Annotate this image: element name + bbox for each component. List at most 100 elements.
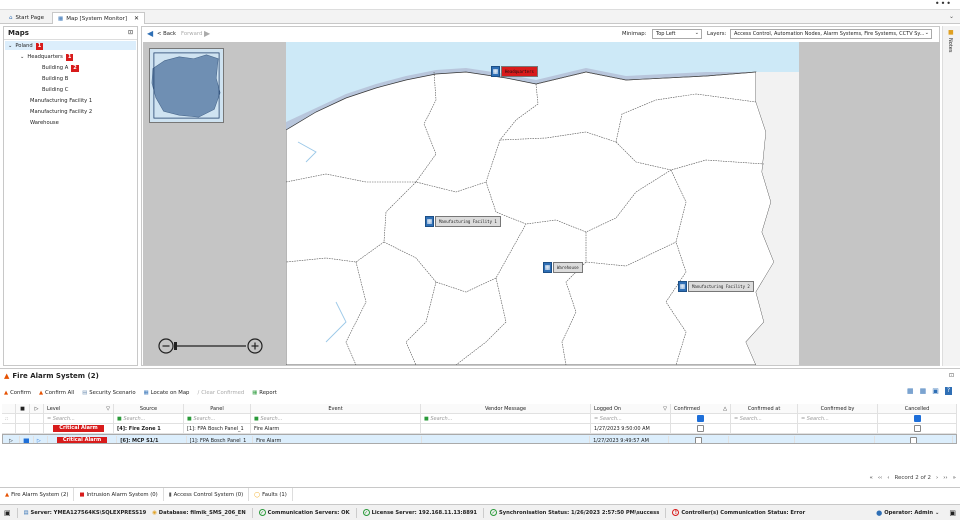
search-placeholder: Search... <box>739 415 762 422</box>
confirmed-checkbox[interactable] <box>695 437 703 443</box>
map-marker-manufacturing-facility-1[interactable]: ▦ Manufacturing Facility 1 <box>425 216 501 227</box>
forward-button[interactable]: Forward <box>181 31 202 37</box>
confirm-all-button[interactable]: ▲ Confirm All <box>39 390 74 396</box>
column-confirmed-by[interactable]: Confirmed by <box>798 404 878 414</box>
table-row[interactable]: Critical Alarm [4]: Fire Zone 1 [1]: FPA… <box>2 424 957 434</box>
search-confirmed-at-input[interactable]: = Search... <box>731 414 798 424</box>
sort-asc-icon[interactable]: △ <box>723 406 727 412</box>
minimap-select[interactable]: Top Left ⌄ <box>652 29 702 39</box>
export-pdf-icon[interactable]: ▦ <box>920 387 927 395</box>
column-panel[interactable]: Panel <box>184 404 251 414</box>
tab-intrusion-alarm-system[interactable]: ■ Intrusion Alarm System (0) <box>74 488 164 501</box>
export-excel-icon[interactable]: ▦ <box>907 387 914 395</box>
map-canvas[interactable]: ▦ Headquarters ▦ Manufacturing Facility … <box>143 42 940 365</box>
layout-icon[interactable]: ▣ <box>4 509 11 517</box>
table-row[interactable]: ▷ ■ ▷ Critical Alarm [6]: MCP S1/1 [1]: … <box>2 434 957 444</box>
tree-item-manufacturing-facility-1[interactable]: Manufacturing Facility 1 <box>30 96 92 106</box>
search-level-input[interactable]: = Search... <box>44 414 114 424</box>
critical-alarm-badge: Critical Alarm <box>56 437 108 443</box>
clear-icon: ∕ <box>197 390 200 396</box>
checkbox[interactable] <box>697 415 704 422</box>
search-logged-input[interactable]: = Search... <box>591 414 671 424</box>
back-button[interactable]: < Back <box>157 31 176 37</box>
search-source-input[interactable]: ■ Search... <box>114 414 184 424</box>
error-icon: ! <box>672 509 680 516</box>
map-marker-warehouse[interactable]: ▦ Warehouse <box>543 262 583 273</box>
security-scenario-button[interactable]: ▤ Security Scenario <box>82 390 135 396</box>
cancelled-checkbox[interactable] <box>913 425 921 432</box>
tab-start-page[interactable]: ⌂ Start Page <box>4 12 49 24</box>
panel-toggle-icon[interactable]: ▣ <box>949 509 956 517</box>
column-cancelled[interactable]: Cancelled <box>878 404 957 414</box>
column-level[interactable]: Level ▽ <box>44 404 114 414</box>
column-event[interactable]: Event <box>251 404 421 414</box>
panel-title: Maps <box>8 29 29 37</box>
clear-confirmed-button[interactable]: ∕ Clear Confirmed <box>197 390 244 396</box>
map-marker-label: Manufacturing Facility 1 <box>435 216 501 227</box>
locate-on-map-button[interactable]: ▦ Locate on Map <box>144 390 190 396</box>
tree-item-poland[interactable]: ⌄ Poland 1 <box>8 41 44 51</box>
tree-item-label: Warehouse <box>30 120 59 126</box>
tree-item-building-b[interactable]: Building B <box>42 74 68 84</box>
prev-page-icon[interactable]: ‹ <box>887 475 889 481</box>
more-options-icon[interactable]: ••• <box>935 0 952 8</box>
last-page-icon[interactable]: » <box>953 475 956 481</box>
search-confirmed-checkbox[interactable] <box>671 414 731 424</box>
pin-icon[interactable]: ⊡ <box>949 372 954 379</box>
save-layout-icon[interactable]: ▣ <box>932 387 939 395</box>
prev-page-group-icon[interactable]: ‹‹ <box>878 475 882 481</box>
chevron-down-icon[interactable]: ⌄ <box>8 43 12 49</box>
chevron-down-icon[interactable]: ⌄ <box>949 13 954 20</box>
column-confirmed-at[interactable]: Confirmed at <box>731 404 798 414</box>
close-icon[interactable]: ✕ <box>134 15 139 22</box>
cancelled-checkbox[interactable] <box>909 437 917 443</box>
column-source[interactable]: Source <box>114 404 184 414</box>
search-event-input[interactable]: ■ Search... <box>251 414 421 424</box>
zoom-slider[interactable] <box>158 337 268 355</box>
tree-item-manufacturing-facility-2[interactable]: Manufacturing Facility 2 <box>30 107 92 117</box>
search-cancelled-checkbox[interactable] <box>878 414 957 424</box>
pin-icon[interactable]: ⊡ <box>128 29 133 36</box>
minimap[interactable] <box>149 48 224 123</box>
next-page-group-icon[interactable]: ›› <box>943 475 947 481</box>
confirmed-checkbox[interactable] <box>697 425 704 432</box>
search-panel-input[interactable]: ■ Search... <box>184 414 251 424</box>
help-icon[interactable]: ? <box>944 387 952 395</box>
record-counter: Record 2 of 2 <box>894 475 932 481</box>
filter-icon[interactable]: ▽ <box>663 406 667 412</box>
next-page-icon[interactable]: › <box>936 475 938 481</box>
chevron-down-icon[interactable]: ⌄ <box>20 54 24 60</box>
minimap-value: Top Left <box>656 31 676 37</box>
play-video-icon[interactable]: ▷ <box>34 436 48 443</box>
back-arrow-icon[interactable]: ◀ <box>147 29 153 38</box>
tab-access-control-system[interactable]: ▮ Access Control System (0) <box>164 488 250 501</box>
tab-map-system-monitor[interactable]: ▦ Map [System Monitor] ✕ <box>52 12 146 24</box>
notes-side-tab[interactable]: ■ Notes <box>942 26 960 366</box>
tree-item-building-a[interactable]: Building A 2 <box>42 63 79 73</box>
operator-menu[interactable]: ● Operator: Admin ⌄ <box>876 509 939 517</box>
map-marker-manufacturing-facility-2[interactable]: ▦ Manufacturing Facility 2 <box>678 281 754 292</box>
search-vendor-input[interactable]: ■ Search... <box>421 414 591 424</box>
confirm-button[interactable]: ▲ Confirm <box>4 390 31 396</box>
tree-item-headquarters[interactable]: ⌄ Headquarters 1 <box>20 52 74 62</box>
tree-item-label: Manufacturing Facility 2 <box>30 109 93 115</box>
first-page-icon[interactable]: « <box>869 475 872 481</box>
camera-icon[interactable]: ■ <box>20 436 34 443</box>
map-marker-headquarters[interactable]: ▦ Headquarters <box>491 66 538 77</box>
column-confirmed[interactable]: Confirmed △ <box>671 404 731 414</box>
filter-icon[interactable]: ▽ <box>106 406 110 412</box>
button-label: Security Scenario <box>89 390 136 396</box>
report-button[interactable]: ▦ Report <box>252 390 277 396</box>
column-vendor-message[interactable]: Vendor Message <box>421 404 591 414</box>
column-label: Logged On <box>594 405 622 412</box>
tree-item-warehouse[interactable]: Warehouse <box>30 118 59 128</box>
search-placeholder: Search... <box>806 415 829 422</box>
layers-select[interactable]: Access Control, Automation Nodes, Alarm … <box>730 29 932 39</box>
tab-faults[interactable]: ◯ Faults (1) <box>249 488 293 501</box>
tree-item-building-c[interactable]: Building C <box>42 85 68 95</box>
checkbox[interactable] <box>913 415 921 422</box>
column-logged-on[interactable]: Logged On ▽ <box>591 404 671 414</box>
column-label: Level <box>47 405 61 412</box>
tab-fire-alarm-system[interactable]: ▲ Fire Alarm System (2) <box>0 488 75 501</box>
search-confirmed-by-input[interactable]: = Search... <box>798 414 878 424</box>
